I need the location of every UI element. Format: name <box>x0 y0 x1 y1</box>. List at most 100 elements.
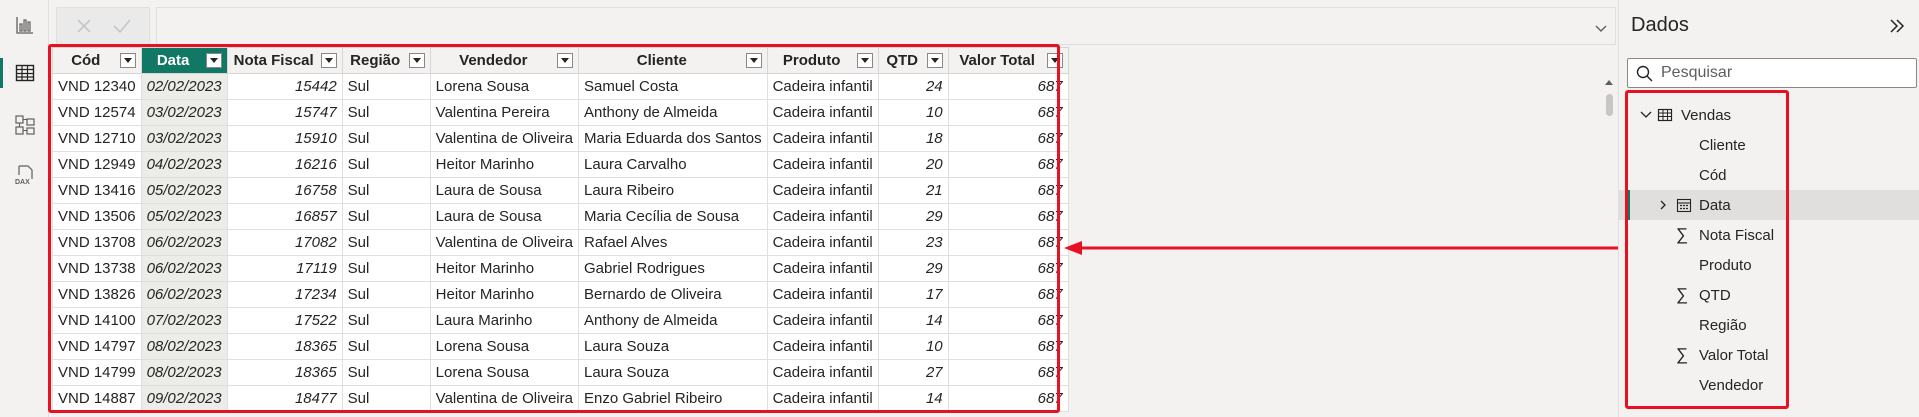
table-cell[interactable]: Cadeira infantil <box>766 255 879 282</box>
table-cell[interactable]: VND 14799 <box>52 359 142 386</box>
table-cell[interactable]: Valentina de Oliveira <box>429 229 579 256</box>
table-cell[interactable]: 687 <box>947 359 1069 386</box>
table-cell[interactable]: 03/02/2023 <box>140 99 228 126</box>
table-cell[interactable]: 687 <box>947 73 1069 100</box>
table-cell[interactable]: VND 12949 <box>52 151 142 178</box>
filter-dropdown-button[interactable] <box>119 53 136 68</box>
table-cell[interactable]: Anthony de Almeida <box>577 99 768 126</box>
table-cell[interactable]: 21 <box>877 177 949 204</box>
dax-query-view-button[interactable]: DAX <box>0 152 49 198</box>
table-cell[interactable]: 16857 <box>226 203 343 230</box>
table-cell[interactable]: Laura Souza <box>577 333 768 360</box>
field-item[interactable]: Produto <box>1619 250 1919 280</box>
cancel-icon[interactable] <box>75 17 93 35</box>
table-cell[interactable]: Laura de Sousa <box>429 177 579 204</box>
table-row[interactable]: VND 13708 06/02/2023 17082 Sul Valentina de … <box>52 229 1069 256</box>
table-cell[interactable]: VND 12710 <box>52 125 142 152</box>
field-item[interactable]: Cód <box>1619 160 1919 190</box>
table-cell[interactable]: Laura Ribeiro <box>577 177 768 204</box>
table-cell[interactable]: Cadeira infantil <box>766 203 879 230</box>
table-cell[interactable]: 06/02/2023 <box>140 229 228 256</box>
table-cell[interactable]: Sul <box>341 177 431 204</box>
table-cell[interactable]: VND 14887 <box>52 385 142 412</box>
table-cell[interactable]: Valentina de Oliveira <box>429 125 579 152</box>
column-header[interactable]: Produto <box>766 47 879 74</box>
table-cell[interactable]: Cadeira infantil <box>766 73 879 100</box>
filter-dropdown-button[interactable] <box>745 53 762 68</box>
field-item[interactable]: ∑ Nota Fiscal <box>1619 220 1919 250</box>
table-cell[interactable]: 15747 <box>226 99 343 126</box>
field-item[interactable]: ∑ QTD <box>1619 280 1919 310</box>
table-cell[interactable]: VND 12574 <box>52 99 142 126</box>
table-cell[interactable]: Sul <box>341 307 431 334</box>
table-cell[interactable]: 07/02/2023 <box>140 307 228 334</box>
table-cell[interactable]: VND 13416 <box>52 177 142 204</box>
field-item[interactable]: ∑ Valor Total <box>1619 340 1919 370</box>
table-cell[interactable]: 16758 <box>226 177 343 204</box>
commit-icon[interactable] <box>112 17 132 35</box>
table-cell[interactable]: Laura Carvalho <box>577 151 768 178</box>
column-header[interactable]: Valor Total <box>947 47 1069 74</box>
column-header[interactable]: Região <box>341 47 431 74</box>
table-cell[interactable]: 09/02/2023 <box>140 385 228 412</box>
table-cell[interactable]: Sul <box>341 125 431 152</box>
table-cell[interactable]: Lorena Sousa <box>429 73 579 100</box>
table-cell[interactable]: VND 14100 <box>52 307 142 334</box>
scroll-up-icon[interactable] <box>1604 78 1614 86</box>
formula-input[interactable] <box>156 7 1616 45</box>
table-cell[interactable]: Gabriel Rodrigues <box>577 255 768 282</box>
table-cell[interactable]: Lorena Sousa <box>429 359 579 386</box>
table-cell[interactable]: Sul <box>341 255 431 282</box>
table-cell[interactable]: 10 <box>877 99 949 126</box>
table-cell[interactable]: 687 <box>947 385 1069 412</box>
table-cell[interactable]: Sul <box>341 99 431 126</box>
table-cell[interactable]: Heitor Marinho <box>429 281 579 308</box>
table-cell[interactable]: VND 13826 <box>52 281 142 308</box>
table-cell[interactable]: Cadeira infantil <box>766 99 879 126</box>
table-cell[interactable]: Valentina de Oliveira <box>429 385 579 412</box>
table-cell[interactable]: 10 <box>877 333 949 360</box>
table-cell[interactable]: 687 <box>947 125 1069 152</box>
table-cell[interactable]: 08/02/2023 <box>140 333 228 360</box>
table-cell[interactable]: 687 <box>947 177 1069 204</box>
filter-dropdown-button[interactable] <box>926 53 943 68</box>
table-cell[interactable]: VND 13738 <box>52 255 142 282</box>
table-cell[interactable]: Valentina Pereira <box>429 99 579 126</box>
table-view-button[interactable] <box>0 50 49 96</box>
chevron-right-icon[interactable] <box>1657 199 1669 211</box>
table-cell[interactable]: Sul <box>341 151 431 178</box>
table-cell[interactable]: Cadeira infantil <box>766 177 879 204</box>
table-cell[interactable]: Rafael Alves <box>577 229 768 256</box>
table-cell[interactable]: Sul <box>341 333 431 360</box>
table-cell[interactable]: 14 <box>877 385 949 412</box>
filter-dropdown-button[interactable] <box>205 53 222 68</box>
table-cell[interactable]: 05/02/2023 <box>140 203 228 230</box>
table-cell[interactable]: 15442 <box>226 73 343 100</box>
table-cell[interactable]: 03/02/2023 <box>140 125 228 152</box>
table-cell[interactable]: Cadeira infantil <box>766 151 879 178</box>
table-cell[interactable]: 08/02/2023 <box>140 359 228 386</box>
table-cell[interactable]: 04/02/2023 <box>140 151 228 178</box>
filter-dropdown-button[interactable] <box>408 53 425 68</box>
table-cell[interactable]: 687 <box>947 99 1069 126</box>
table-cell[interactable]: Sul <box>341 281 431 308</box>
table-cell[interactable]: Laura de Sousa <box>429 203 579 230</box>
column-header[interactable]: QTD <box>877 47 949 74</box>
table-cell[interactable]: Bernardo de Oliveira <box>577 281 768 308</box>
table-cell[interactable]: 14 <box>877 307 949 334</box>
table-cell[interactable]: Anthony de Almeida <box>577 307 768 334</box>
table-cell[interactable]: VND 12340 <box>52 73 142 100</box>
filter-dropdown-button[interactable] <box>556 53 573 68</box>
table-cell[interactable]: 17119 <box>226 255 343 282</box>
column-header[interactable]: Data <box>140 47 228 74</box>
table-cell[interactable]: Maria Cecília de Sousa <box>577 203 768 230</box>
table-cell[interactable]: Heitor Marinho <box>429 151 579 178</box>
table-cell[interactable]: 06/02/2023 <box>140 281 228 308</box>
table-cell[interactable]: Enzo Gabriel Ribeiro <box>577 385 768 412</box>
field-item[interactable]: Região <box>1619 310 1919 340</box>
table-cell[interactable]: 687 <box>947 307 1069 334</box>
table-cell[interactable]: Sul <box>341 359 431 386</box>
filter-dropdown-button[interactable] <box>320 53 337 68</box>
table-cell[interactable]: 02/02/2023 <box>140 73 228 100</box>
table-cell[interactable]: 23 <box>877 229 949 256</box>
